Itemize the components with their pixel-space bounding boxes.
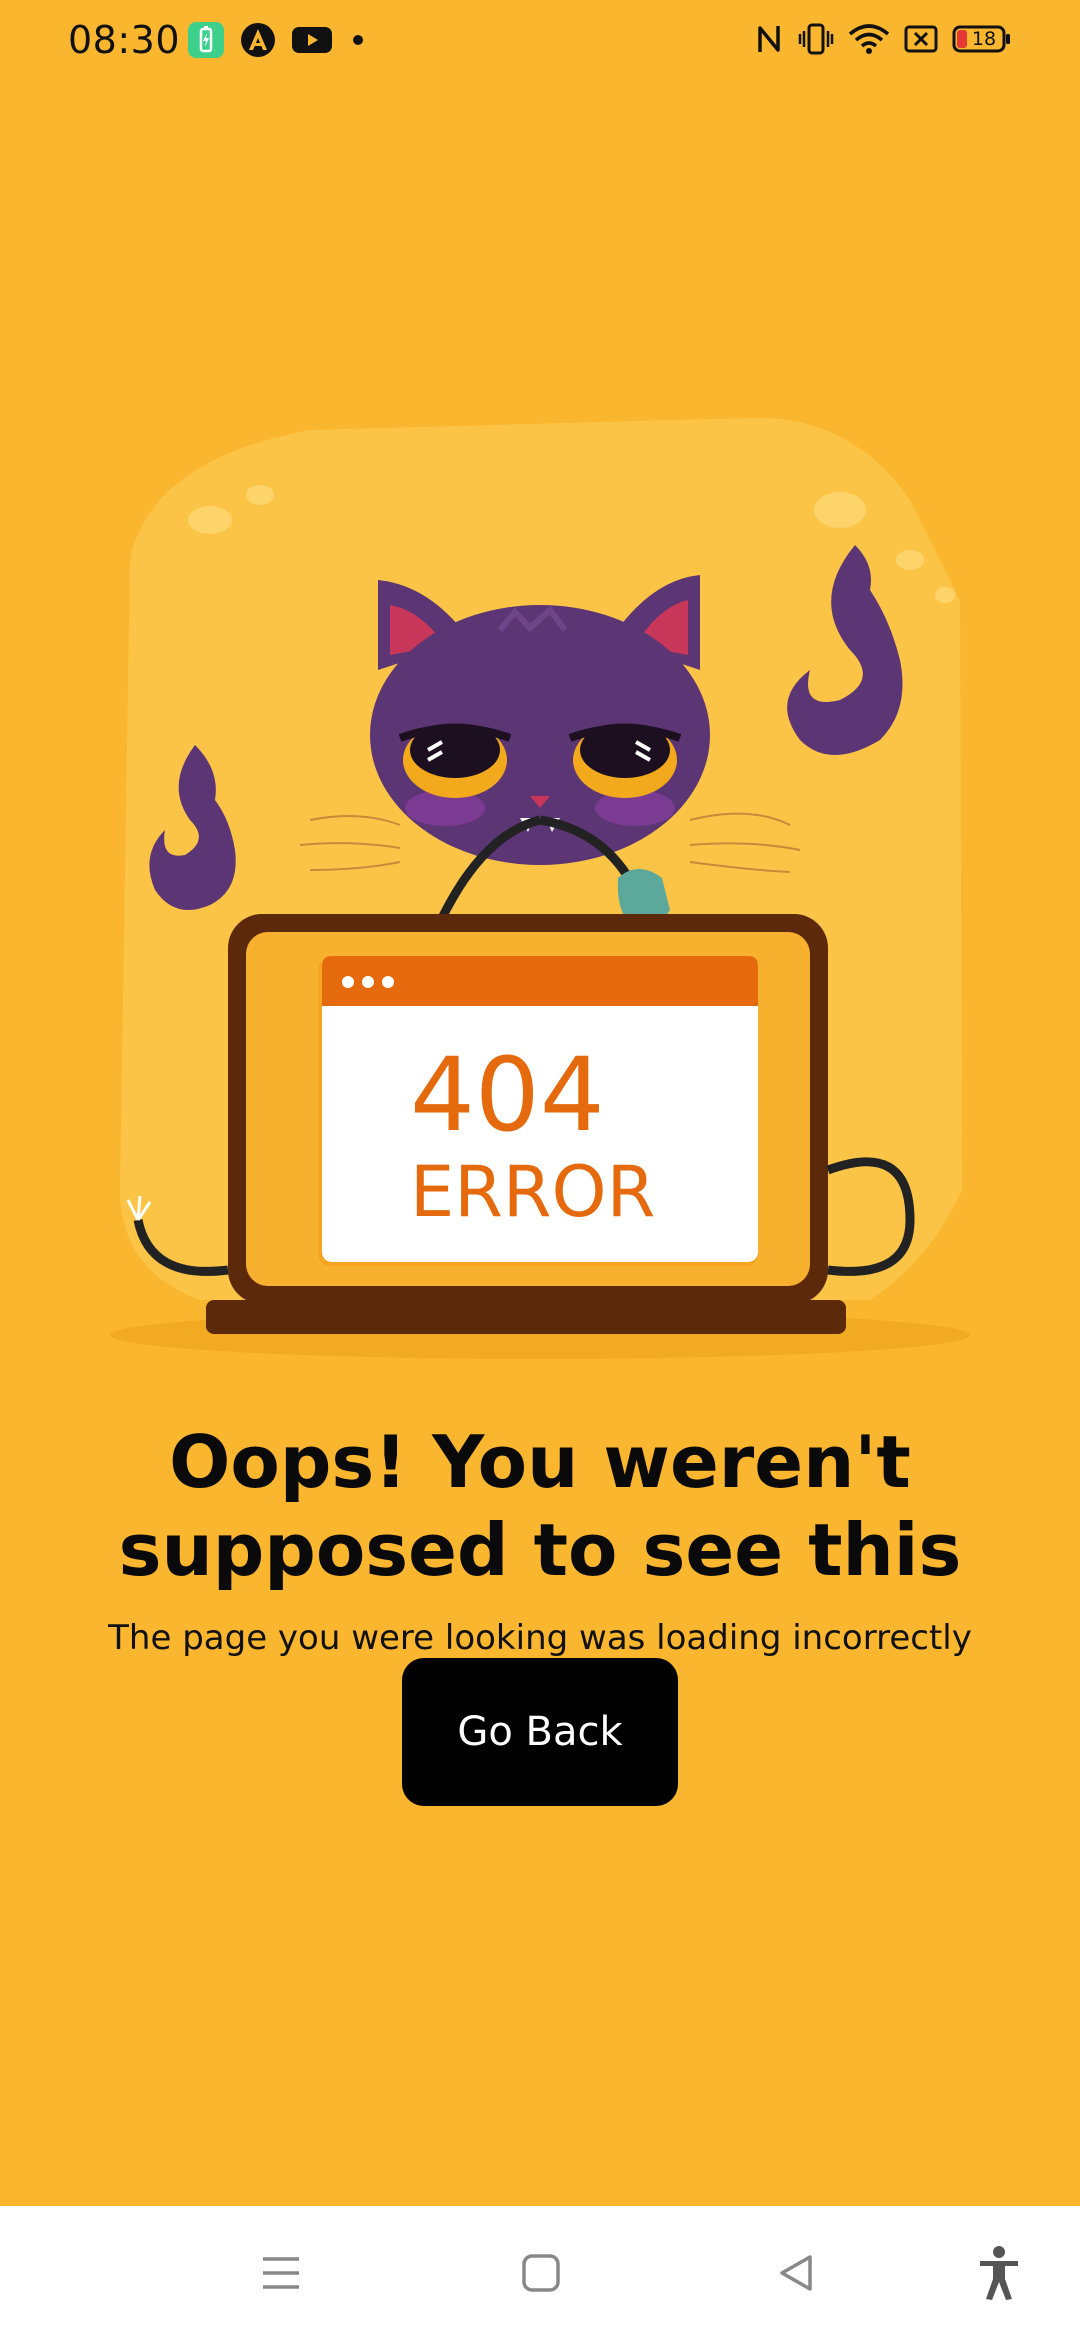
wifi-icon (848, 24, 890, 54)
no-sim-icon (904, 25, 938, 53)
a-app-icon (241, 23, 275, 57)
vibrate-icon (798, 23, 834, 55)
error-illustration: 404 ERROR (110, 400, 970, 1380)
system-icons: 18 (754, 22, 1012, 56)
accessibility-button[interactable] (964, 2238, 1034, 2308)
menu-icon (263, 2257, 299, 2289)
error-cat-laptop-image (110, 417, 970, 1359)
battery-level: 18 (971, 28, 997, 50)
nfc-icon (758, 26, 780, 52)
battery-saver-app-icon (188, 22, 224, 58)
home-square-icon (522, 2254, 560, 2292)
go-back-button[interactable]: Go Back (402, 1658, 678, 1806)
system-navigation-bar (0, 2206, 1080, 2340)
headline-line-2: supposed to see this (118, 1508, 962, 1593)
headline-line-1: Oops! You weren't (169, 1420, 911, 1505)
status-bar: 08:30 18 (0, 0, 1080, 84)
error-label: ERROR (410, 1151, 656, 1233)
back-button[interactable] (762, 2238, 832, 2308)
accessibility-icon (980, 2246, 1018, 2300)
error-headline: Oops! You weren't supposed to see this (0, 1418, 1080, 1594)
error-message: The page you were looking was loading in… (108, 1618, 972, 1658)
home-button[interactable] (506, 2238, 576, 2308)
recent-apps-button[interactable] (246, 2238, 316, 2308)
back-triangle-icon (780, 2255, 812, 2291)
youtube-icon (292, 27, 332, 53)
error-code: 404 (410, 1036, 605, 1155)
more-notifications-dot-icon (353, 35, 363, 45)
status-time: 08:30 (68, 18, 181, 62)
notification-icons (188, 22, 368, 58)
battery-indicator: 18 (952, 24, 1012, 54)
